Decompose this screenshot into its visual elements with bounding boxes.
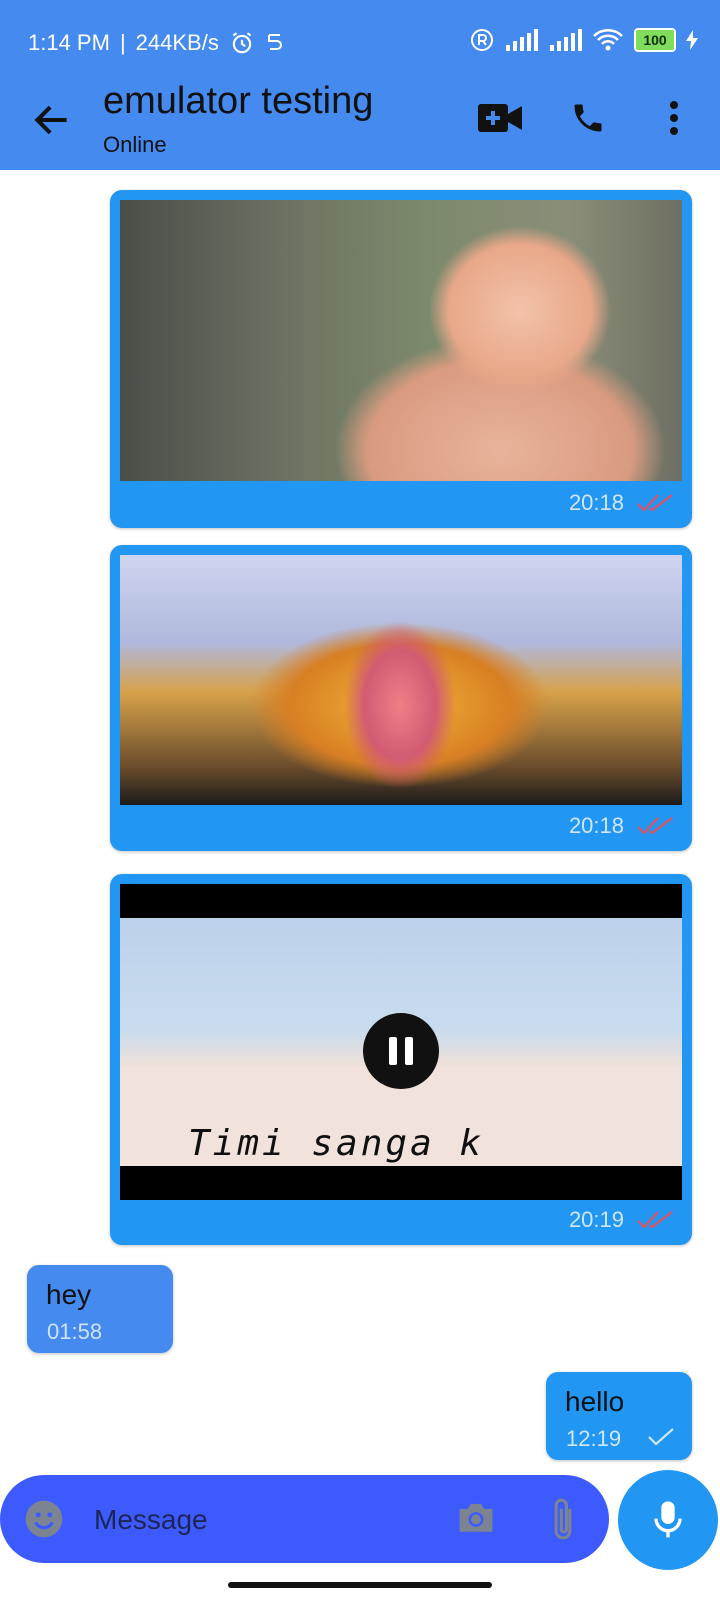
double-check-icon (637, 817, 673, 835)
double-check-icon (637, 1211, 673, 1229)
charging-icon (686, 30, 698, 50)
outgoing-message[interactable]: hello 12:19 (546, 1372, 692, 1460)
message-text: hey (46, 1279, 92, 1310)
chat-title[interactable]: emulator testing (103, 80, 373, 123)
message-bubble[interactable]: Timi sanga k 20:19 (110, 874, 692, 1245)
app-bar: 1:14 PM | 244KB/s 100 emulator testing O… (0, 0, 720, 170)
microphone-button[interactable] (618, 1470, 718, 1570)
pause-icon (389, 1037, 413, 1065)
navigation-bar (0, 1570, 720, 1600)
toolbar: emulator testing Online (0, 70, 720, 170)
emoji-icon[interactable] (24, 1499, 64, 1539)
attachment-icon[interactable] (548, 1495, 578, 1543)
registered-icon (471, 29, 493, 51)
image-attachment[interactable] (120, 555, 682, 805)
message-time: 20:18 (568, 813, 624, 838)
image-attachment[interactable] (120, 200, 682, 481)
message-composer (0, 1475, 609, 1563)
status-time: 1:14 PM (28, 30, 110, 55)
message-bubble[interactable]: 20:18 (110, 545, 692, 851)
more-vert-icon[interactable] (668, 100, 680, 136)
wifi-icon (593, 29, 623, 51)
camera-icon[interactable] (456, 1499, 496, 1535)
incoming-message[interactable]: hey 01:58 (27, 1265, 173, 1353)
message-time: 01:58 (47, 1319, 103, 1344)
phone-icon[interactable] (570, 100, 606, 136)
video-caption: Timi sanga k (188, 1123, 485, 1164)
signal-icon (550, 29, 582, 51)
message-time: 12:19 (566, 1426, 622, 1451)
check-icon (648, 1428, 674, 1446)
back-arrow-icon[interactable] (30, 98, 74, 142)
message-bubble[interactable]: 20:18 (110, 190, 692, 528)
home-indicator[interactable] (228, 1582, 492, 1588)
chat-status: Online (103, 132, 167, 157)
status-bar: 1:14 PM | 244KB/s 100 (0, 22, 720, 66)
video-attachment[interactable]: Timi sanga k (120, 884, 682, 1200)
message-time: 20:18 (568, 490, 624, 515)
message-text: hello (565, 1386, 625, 1417)
alarm-icon (232, 32, 252, 54)
message-input[interactable] (92, 1497, 426, 1543)
video-call-icon[interactable] (478, 102, 522, 134)
battery-icon: 100 (634, 28, 676, 52)
sync-icon (267, 34, 282, 50)
pause-button[interactable] (363, 1013, 439, 1089)
double-check-icon (637, 494, 673, 512)
message-time: 20:19 (568, 1207, 624, 1232)
microphone-icon (654, 1501, 682, 1538)
network-speed: 244KB/s (135, 30, 219, 55)
signal-icon (506, 29, 538, 51)
